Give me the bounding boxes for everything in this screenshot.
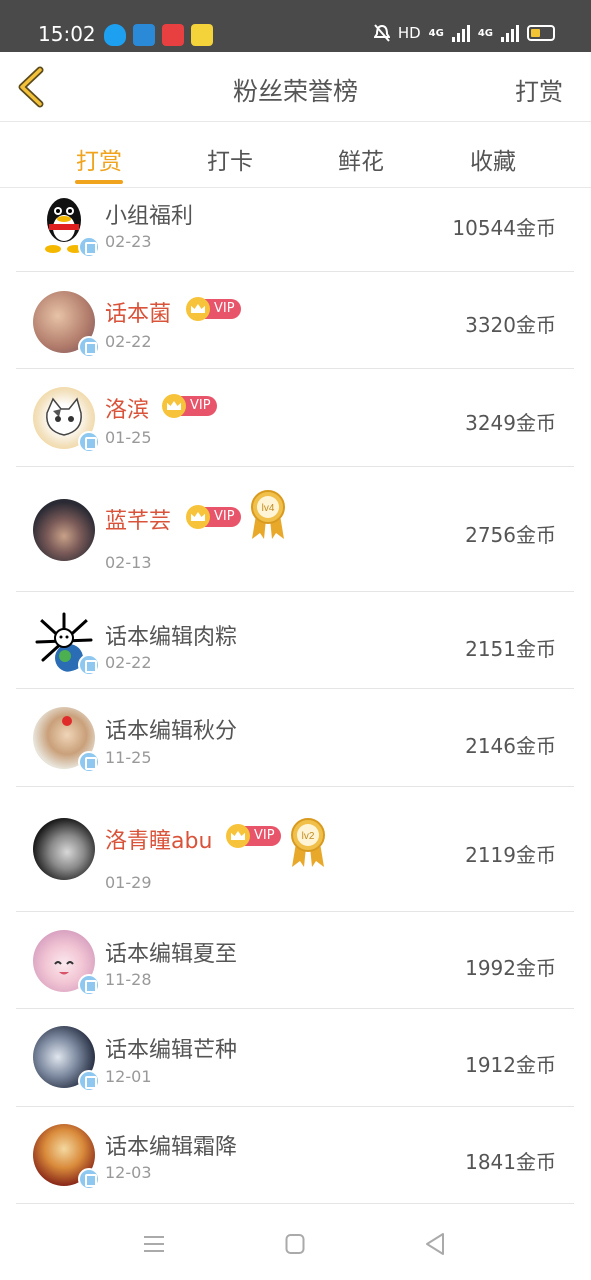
author-badge-icon — [78, 654, 100, 676]
hd-indicator: HD — [397, 24, 421, 42]
tab-bar: 打赏 打卡 鲜花 收藏 — [0, 122, 591, 188]
reward-date: 01-29 — [105, 873, 152, 892]
reward-date: 01-25 — [105, 428, 152, 447]
reward-date: 02-13 — [105, 553, 152, 572]
user-name: 话本编辑夏至 — [105, 942, 238, 967]
user-name: 洛青瞳abu — [105, 829, 213, 854]
network-type-2: 4G — [477, 27, 493, 39]
list-item[interactable]: 话本编辑霜降 12-03 1841金币 — [16, 1107, 574, 1204]
author-badge-icon — [78, 236, 100, 258]
mute-bell-icon — [373, 24, 390, 42]
author-badge-icon — [78, 1168, 100, 1190]
menu-icon[interactable] — [143, 1234, 165, 1254]
coin-amount: 2151金币 — [465, 637, 556, 661]
user-name: 话本编辑霜降 — [105, 1135, 238, 1160]
coin-amount: 2146金币 — [465, 734, 556, 758]
system-nav-bar — [0, 1210, 591, 1280]
level-medal-icon: lv4 — [251, 490, 285, 539]
coin-amount: 1841金币 — [465, 1150, 556, 1174]
tab-reward[interactable]: 打赏 — [39, 142, 159, 176]
list-item[interactable]: 蓝芊芸 VIP lv4 02-13 2756金币 — [16, 467, 574, 592]
list-item[interactable]: 话本编辑肉粽 02-22 2151金币 — [16, 592, 574, 689]
page-title: 粉丝荣誉榜 — [232, 77, 358, 106]
list-item[interactable]: 小组福利 02-23 10544金币 — [16, 188, 574, 272]
reward-button[interactable]: 打赏 — [515, 72, 563, 107]
author-badge-icon — [78, 974, 100, 996]
user-name: 蓝芊芸 — [105, 509, 172, 534]
coin-amount: 3320金币 — [465, 313, 556, 337]
list-item[interactable]: 洛滨 VIP 01-25 3249金币 — [16, 369, 574, 467]
home-icon[interactable] — [285, 1233, 305, 1255]
list-item[interactable]: 话本编辑夏至 11-28 1992金币 — [16, 912, 574, 1009]
vip-badge: VIP — [162, 394, 217, 418]
list-item[interactable]: 话本编辑芒种 12-01 1912金币 — [16, 1009, 574, 1107]
qq-notification-icon — [104, 24, 126, 46]
ranking-list: 小组福利 02-23 10544金币 话本菌 VIP 02-22 3320金币 … — [0, 188, 591, 1204]
crown-icon — [162, 394, 186, 418]
coin-amount: 2119金币 — [465, 843, 556, 867]
reward-date: 12-03 — [105, 1163, 152, 1182]
author-badge-icon — [78, 1070, 100, 1092]
author-badge-icon — [78, 751, 100, 773]
crown-icon — [226, 824, 250, 848]
user-name: 话本编辑芒种 — [105, 1038, 238, 1063]
tab-checkin[interactable]: 打卡 — [170, 142, 290, 176]
signal-icon-2 — [501, 24, 519, 42]
user-name: 话本编辑秋分 — [105, 719, 238, 744]
medal-level: lv2 — [302, 831, 315, 842]
medal-level: lv4 — [262, 503, 275, 514]
battery-icon — [527, 25, 555, 41]
user-name: 小组福利 — [105, 204, 194, 229]
status-indicators: HD 4G 4G — [373, 24, 555, 42]
coin-amount: 1992金币 — [465, 956, 556, 980]
user-name: 洛滨 — [105, 398, 150, 423]
tab-flowers[interactable]: 鲜花 — [301, 142, 421, 176]
crown-icon — [186, 297, 210, 321]
user-name: 话本编辑肉粽 — [105, 625, 238, 650]
active-tab-indicator — [75, 180, 123, 184]
back-triangle-icon[interactable] — [424, 1232, 446, 1256]
mail-notification-icon — [133, 24, 155, 46]
signal-icon-1 — [451, 24, 470, 42]
reward-date: 11-28 — [105, 970, 152, 989]
reward-date: 02-22 — [105, 653, 152, 672]
reward-date: 02-23 — [105, 232, 152, 251]
reward-date: 11-25 — [105, 748, 152, 767]
crown-icon — [186, 505, 210, 529]
status-bar: 15:02 HD 4G 4G — [0, 0, 591, 52]
avatar — [33, 818, 95, 880]
fruit-app-notification-icon — [191, 24, 213, 46]
nav-bar: 粉丝荣誉榜 打赏 — [0, 52, 591, 122]
reward-date: 02-22 — [105, 332, 152, 351]
author-badge-icon — [78, 336, 100, 358]
vip-badge: VIP — [186, 505, 241, 529]
vip-badge: VIP — [226, 824, 281, 848]
level-medal-icon: lv2 — [291, 818, 325, 867]
avatar — [33, 499, 95, 561]
reward-date: 12-01 — [105, 1067, 152, 1086]
coin-amount: 10544金币 — [452, 216, 556, 240]
coin-amount: 1912金币 — [465, 1053, 556, 1077]
coin-amount: 3249金币 — [465, 411, 556, 435]
network-type-1: 4G — [428, 27, 444, 39]
list-item[interactable]: 话本编辑秋分 11-25 2146金币 — [16, 689, 574, 787]
tab-favorites[interactable]: 收藏 — [433, 142, 553, 176]
video-notification-icon — [162, 24, 184, 46]
vip-badge: VIP — [186, 297, 241, 321]
user-name: 话本菌 — [105, 302, 172, 327]
notification-icons — [104, 24, 213, 46]
list-item[interactable]: 洛青瞳abu VIP lv2 01-29 2119金币 — [16, 787, 574, 912]
coin-amount: 2756金币 — [465, 523, 556, 547]
list-item[interactable]: 话本菌 VIP 02-22 3320金币 — [16, 272, 574, 369]
status-time: 15:02 — [38, 22, 96, 46]
author-badge-icon — [78, 431, 100, 453]
